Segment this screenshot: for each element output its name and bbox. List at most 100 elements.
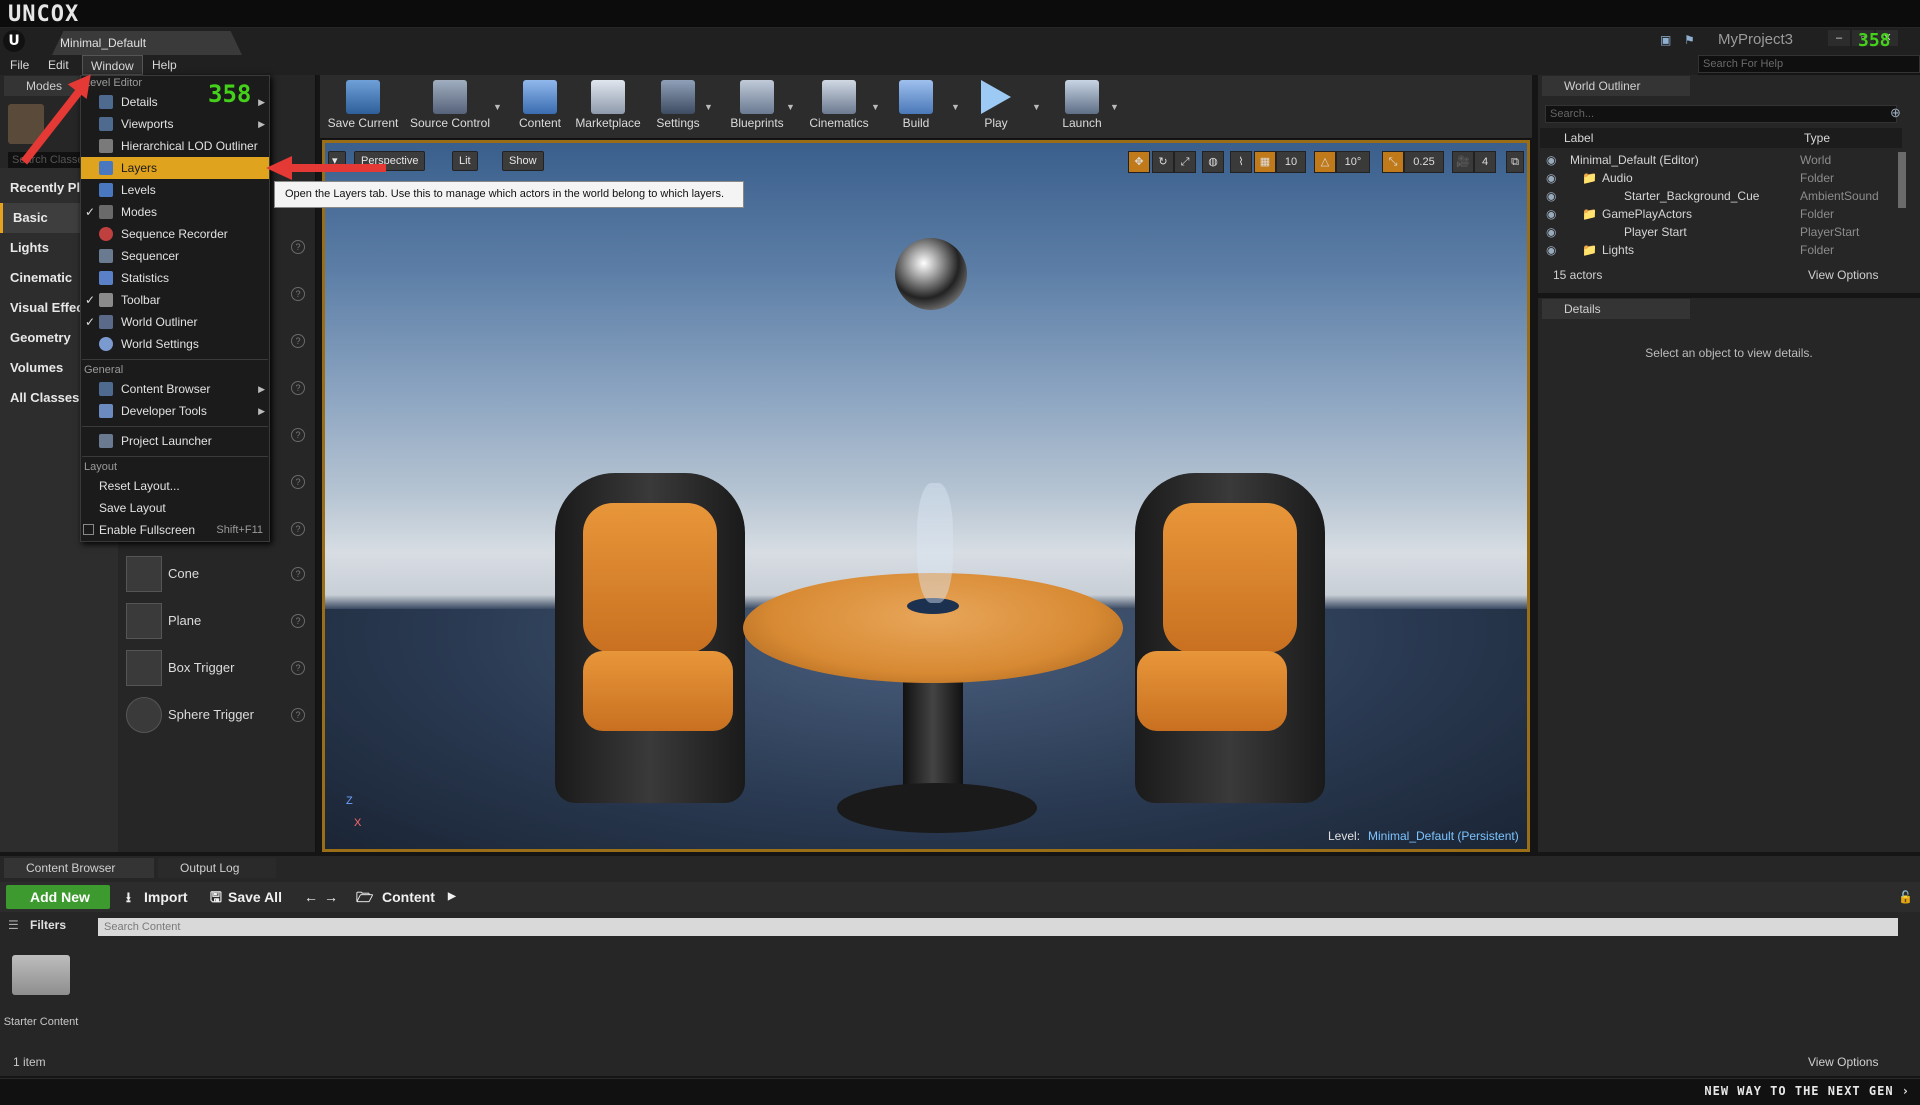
scale-snap-value[interactable]: 0.25: [1404, 151, 1444, 173]
source-control-icon[interactable]: ⚑: [1684, 33, 1700, 47]
rotation-snap-icon[interactable]: △: [1314, 151, 1336, 173]
help-icon[interactable]: ?: [291, 475, 305, 489]
chat-icon[interactable]: ▣: [1660, 33, 1676, 47]
back-icon[interactable]: ←: [304, 885, 318, 909]
eye-icon[interactable]: ◉: [1546, 151, 1556, 169]
maximize-viewport-icon[interactable]: ⧉: [1506, 151, 1524, 173]
lock-icon[interactable]: 🔓: [1898, 890, 1913, 904]
scale-tool-icon[interactable]: ⤢: [1174, 151, 1196, 173]
menu-item-world-settings[interactable]: World Settings: [81, 333, 269, 355]
save-current-button[interactable]: Save Current: [326, 78, 400, 136]
menu-item-developer-tools[interactable]: Developer Tools ▶: [81, 400, 269, 422]
save-all-button[interactable]: Save All: [228, 885, 282, 909]
menu-item-world-outliner[interactable]: ✓ World Outliner: [81, 311, 269, 333]
help-icon[interactable]: ?: [291, 661, 305, 675]
output-log-tab[interactable]: Output Log: [158, 858, 276, 878]
menu-item-statistics[interactable]: Statistics: [81, 267, 269, 289]
outliner-row[interactable]: ◉ 📁 GamePlayActors Folder: [1540, 205, 1902, 223]
play-button[interactable]: Play: [970, 78, 1022, 136]
help-icon[interactable]: ?: [291, 428, 305, 442]
settings-button[interactable]: Settings: [648, 78, 708, 136]
menu-item-sequence-recorder[interactable]: Sequence Recorder: [81, 223, 269, 245]
menu-file[interactable]: File: [2, 55, 37, 75]
help-icon[interactable]: ?: [291, 567, 305, 581]
menu-window[interactable]: Window: [82, 55, 143, 75]
content-view-options-button[interactable]: View Options: [1808, 1055, 1878, 1069]
chevron-down-icon[interactable]: ▼: [704, 102, 713, 112]
add-folder-icon[interactable]: ⊕: [1890, 105, 1901, 121]
translate-tool-icon[interactable]: ✥: [1128, 151, 1150, 173]
launch-button[interactable]: Launch: [1052, 78, 1112, 136]
menu-item-toolbar[interactable]: ✓ Toolbar: [81, 289, 269, 311]
help-icon[interactable]: ?: [291, 287, 305, 301]
menu-item-save-layout[interactable]: Save Layout: [81, 497, 269, 519]
content-button[interactable]: Content: [512, 78, 568, 136]
help-icon[interactable]: ?: [291, 614, 305, 628]
lit-button[interactable]: Lit: [452, 151, 478, 171]
outliner-search-input[interactable]: Search...: [1545, 105, 1897, 123]
camera-speed-icon[interactable]: 🎥: [1452, 151, 1474, 173]
menu-item-project-launcher[interactable]: Project Launcher: [81, 430, 269, 452]
grid-snap-value[interactable]: 10: [1276, 151, 1306, 173]
sources-toggle-icon[interactable]: ☰: [8, 918, 19, 932]
help-icon[interactable]: ?: [291, 334, 305, 348]
outliner-row[interactable]: ◉ Minimal_Default (Editor) World: [1540, 151, 1902, 169]
checkbox[interactable]: [83, 524, 94, 535]
menu-item-levels[interactable]: Levels: [81, 179, 269, 201]
chevron-down-icon[interactable]: ▼: [951, 102, 960, 112]
content-browser-tab[interactable]: Content Browser: [4, 858, 154, 878]
eye-icon[interactable]: ◉: [1546, 241, 1556, 259]
world-space-icon[interactable]: ◍: [1202, 151, 1224, 173]
forward-icon[interactable]: →: [324, 885, 338, 909]
menu-help[interactable]: Help: [144, 55, 185, 75]
help-icon[interactable]: ?: [291, 240, 305, 254]
column-label[interactable]: Label: [1564, 131, 1593, 145]
outliner-row[interactable]: ◉ 📁 Lights Folder: [1540, 241, 1902, 259]
filters-button[interactable]: Filters: [30, 918, 66, 932]
outliner-row[interactable]: ◉ Player Start PlayerStart: [1540, 223, 1902, 241]
details-tab[interactable]: Details: [1542, 299, 1690, 319]
rotation-snap-value[interactable]: 10°: [1336, 151, 1370, 173]
camera-speed-value[interactable]: 4: [1474, 151, 1496, 173]
reflection-sphere[interactable]: [895, 238, 967, 310]
eye-icon[interactable]: ◉: [1546, 205, 1556, 223]
outliner-row[interactable]: ◉ 📁 Audio Folder: [1540, 169, 1902, 187]
marketplace-button[interactable]: Marketplace: [572, 78, 644, 136]
source-control-button[interactable]: Source Control: [408, 78, 492, 136]
column-type[interactable]: Type: [1804, 131, 1830, 145]
eye-icon[interactable]: ◉: [1546, 187, 1556, 205]
rotate-tool-icon[interactable]: ↻: [1152, 151, 1174, 173]
menu-item-details[interactable]: Details ▶: [81, 91, 269, 113]
world-outliner-tab[interactable]: World Outliner: [1542, 76, 1690, 96]
starter-content-folder-icon[interactable]: [12, 955, 70, 995]
eye-icon[interactable]: ◉: [1546, 169, 1556, 187]
level-tab[interactable]: Minimal_Default: [52, 31, 242, 55]
menu-item-sequencer[interactable]: Sequencer: [81, 245, 269, 267]
outliner-view-options-button[interactable]: View Options: [1808, 268, 1878, 282]
grid-snap-icon[interactable]: ▦: [1254, 151, 1276, 173]
chevron-down-icon[interactable]: ▼: [493, 102, 502, 112]
primitive-plane[interactable]: Plane ?: [126, 599, 316, 645]
primitive-sphere-trigger[interactable]: Sphere Trigger ?: [126, 693, 316, 739]
help-icon[interactable]: ?: [291, 381, 305, 395]
outliner-row[interactable]: ◉ Starter_Background_Cue AmbientSound: [1540, 187, 1902, 205]
scale-snap-icon[interactable]: ⤡: [1382, 151, 1404, 173]
add-new-button[interactable]: Add New: [6, 885, 110, 909]
help-icon[interactable]: ?: [291, 522, 305, 536]
minimize-button[interactable]: –: [1828, 30, 1850, 46]
menu-item-reset-layout[interactable]: Reset Layout...: [81, 475, 269, 497]
menu-item-enable-fullscreen[interactable]: Enable Fullscreen Shift+F11: [81, 519, 269, 541]
menu-item-hlod-outliner[interactable]: Hierarchical LOD Outliner: [81, 135, 269, 157]
help-search-input[interactable]: Search For Help: [1698, 55, 1920, 73]
blueprints-button[interactable]: Blueprints: [724, 78, 790, 136]
level-name-link[interactable]: Minimal_Default (Persistent): [1368, 829, 1519, 843]
path-arrow-icon[interactable]: ▶: [448, 885, 456, 909]
eye-icon[interactable]: ◉: [1546, 223, 1556, 241]
chevron-down-icon[interactable]: ▼: [1110, 102, 1119, 112]
menu-item-viewports[interactable]: Viewports ▶: [81, 113, 269, 135]
content-search-input[interactable]: Search Content: [98, 918, 1898, 936]
menu-edit[interactable]: Edit: [40, 55, 77, 75]
menu-item-content-browser[interactable]: Content Browser ▶: [81, 378, 269, 400]
cinematics-button[interactable]: Cinematics: [804, 78, 874, 136]
path-content[interactable]: Content: [382, 885, 435, 909]
